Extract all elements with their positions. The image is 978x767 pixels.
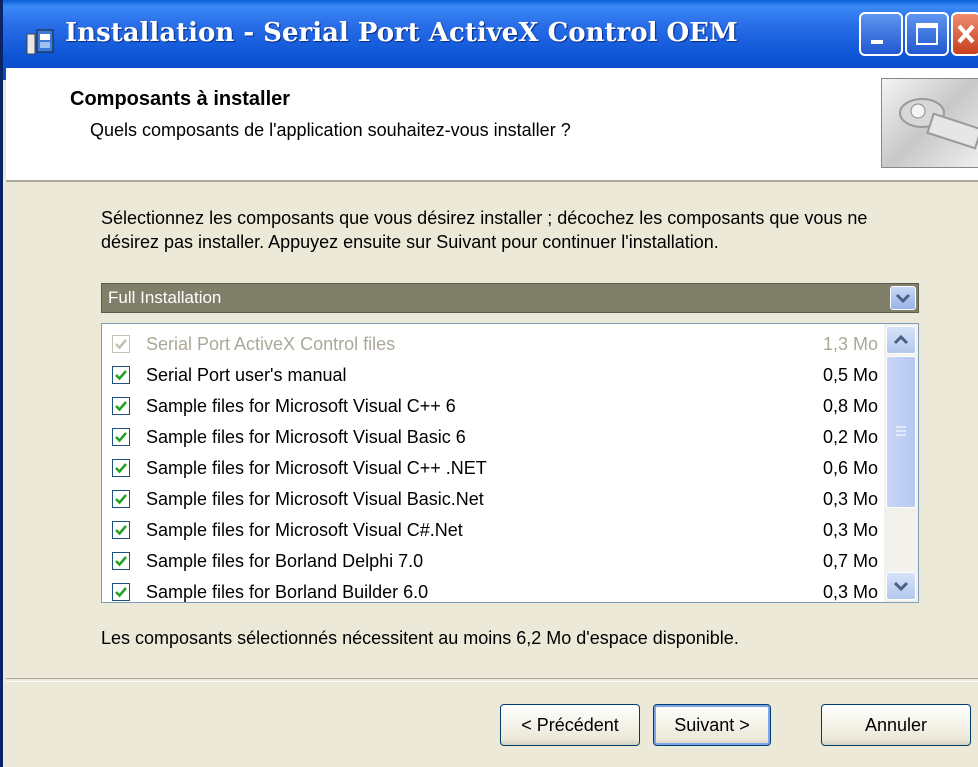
checkmark-icon (115, 401, 127, 412)
chevron-up-icon (893, 334, 909, 345)
component-checkbox[interactable] (112, 459, 130, 477)
back-button[interactable]: < Précédent (500, 704, 640, 746)
scroll-down-button[interactable] (886, 572, 916, 600)
component-checkbox[interactable] (112, 583, 130, 601)
component-size: 0,3 Mo (822, 489, 878, 509)
checkmark-icon (115, 587, 127, 598)
component-size: 0,3 Mo (822, 582, 878, 602)
component-size: 0,8 Mo (822, 396, 878, 416)
checkmark-icon (115, 463, 127, 474)
component-size: 0,7 Mo (822, 551, 878, 571)
installer-app-icon (26, 29, 54, 55)
component-size: 0,3 Mo (822, 520, 878, 540)
wizard-header: Composants à installer Quels composants … (6, 68, 978, 182)
cancel-button[interactable]: Annuler (821, 704, 971, 746)
checkmark-icon (115, 556, 127, 567)
minimize-icon (871, 40, 883, 44)
wizard-header-image (881, 78, 978, 168)
component-row: Serial Port ActiveX Control files 1,3 Mo (102, 330, 882, 361)
component-label: Sample files for Borland Builder 6.0 (146, 582, 429, 602)
component-size: 0,5 Mo (822, 365, 878, 385)
component-size: 0,2 Mo (822, 427, 878, 447)
chevron-down-icon (895, 293, 911, 304)
window-title: Installation - Serial Port ActiveX Contr… (65, 18, 738, 48)
component-row[interactable]: Sample files for Borland Builder 6.0 0,3 … (102, 578, 882, 602)
grip-icon (896, 426, 906, 436)
component-checkbox[interactable] (112, 521, 130, 539)
checkmark-icon (115, 494, 127, 505)
component-row[interactable]: Sample files for Borland Delphi 7.0 0,7 M… (102, 547, 882, 578)
checkmark-icon (115, 432, 127, 443)
component-row[interactable]: Sample files for Microsoft Visual C++ .N… (102, 454, 882, 485)
component-label: Serial Port ActiveX Control files (146, 334, 396, 354)
component-checkbox[interactable] (112, 366, 130, 384)
installer-window: Installation - Serial Port ActiveX Contr… (0, 0, 978, 767)
component-checkbox (112, 335, 130, 353)
close-icon (957, 24, 975, 44)
chevron-down-icon (893, 581, 909, 592)
component-checkbox[interactable] (112, 428, 130, 446)
next-button[interactable]: Suivant > (653, 704, 771, 746)
scrollbar[interactable] (884, 324, 918, 602)
component-size: 0,6 Mo (822, 458, 878, 478)
component-label: Sample files for Microsoft Visual C#.Net (146, 520, 463, 540)
component-row[interactable]: Sample files for Microsoft Visual C++ 6 0… (102, 392, 882, 423)
install-type-select[interactable]: Full Installation (101, 283, 919, 313)
component-row[interactable]: Sample files for Microsoft Visual Basic … (102, 423, 882, 454)
wrench-bolt-icon (899, 98, 978, 150)
component-label: Sample files for Microsoft Visual C++ .N… (146, 458, 487, 478)
checkmark-icon (115, 525, 127, 536)
checkmark-icon (115, 339, 127, 350)
footer-divider (6, 678, 978, 682)
minimize-button[interactable] (859, 12, 903, 56)
install-type-value: Full Installation (108, 288, 222, 307)
page-subtitle: Quels composants de l'application souhai… (90, 120, 571, 140)
component-row[interactable]: Sample files for Microsoft Visual C#.Net… (102, 516, 882, 547)
component-row[interactable]: Serial Port user's manual 0,5 Mo (102, 361, 882, 392)
component-size: 1,3 Mo (822, 334, 878, 354)
component-row[interactable]: Sample files for Microsoft Visual Basic.… (102, 485, 882, 516)
component-checkbox[interactable] (112, 552, 130, 570)
disk-space-required: Les composants sélectionnés nécessitent … (101, 628, 739, 648)
maximize-icon (916, 23, 938, 45)
scroll-thumb[interactable] (886, 356, 916, 508)
component-label: Sample files for Microsoft Visual C++ 6 (146, 396, 456, 416)
component-checkbox[interactable] (112, 490, 130, 508)
scroll-up-button[interactable] (886, 326, 916, 354)
component-label: Sample files for Microsoft Visual Basic.… (146, 489, 484, 509)
component-label: Sample files for Borland Delphi 7.0 (146, 551, 424, 571)
maximize-button[interactable] (905, 12, 949, 56)
component-label: Sample files for Microsoft Visual Basic … (146, 427, 466, 447)
component-label: Serial Port user's manual (146, 365, 347, 385)
component-checkbox[interactable] (112, 397, 130, 415)
instructions-text: Sélectionnez les composants que vous dés… (101, 208, 868, 252)
components-list[interactable]: Serial Port ActiveX Control files 1,3 Mo S… (101, 323, 919, 603)
close-button[interactable] (951, 12, 978, 56)
checkmark-icon (115, 370, 127, 381)
dropdown-button[interactable] (890, 286, 916, 310)
page-title: Composants à installer (70, 88, 291, 110)
